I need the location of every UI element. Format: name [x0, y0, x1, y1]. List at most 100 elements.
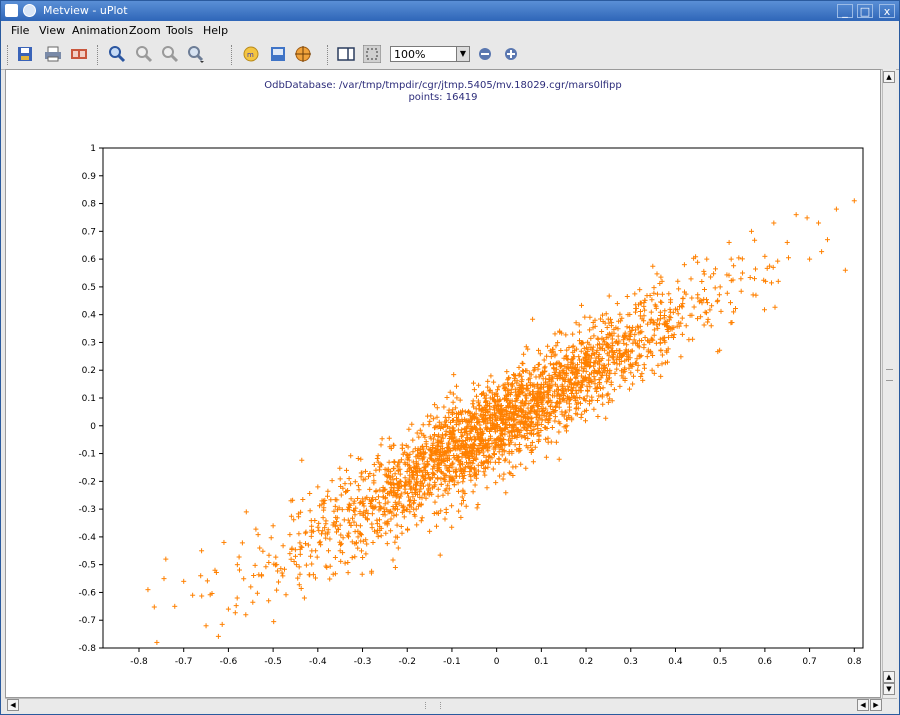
y-tick-label: -0.5: [78, 561, 96, 571]
data-point: [784, 239, 790, 245]
y-tick-label: 0.4: [82, 311, 97, 321]
toolbar-grip[interactable]: [7, 45, 11, 65]
data-point: [807, 256, 813, 262]
x-tick-label: -0.4: [309, 657, 327, 667]
zoom-out-icon[interactable]: [135, 45, 153, 63]
x-tick-label: 0.6: [758, 657, 773, 667]
x-tick-label: -0.8: [130, 657, 148, 667]
scroll-up-button[interactable]: ▲: [883, 671, 895, 683]
x-tick-label: 0.4: [668, 657, 683, 667]
window-menu-icon[interactable]: [23, 4, 36, 17]
zoom-decrease-icon[interactable]: [476, 45, 494, 63]
data-point: [771, 220, 777, 226]
zoom-increase-icon[interactable]: [502, 45, 520, 63]
x-tick-label: 0.8: [847, 657, 862, 667]
scroll-up-button[interactable]: ▲: [883, 71, 895, 83]
minimize-button[interactable]: _: [837, 4, 853, 18]
data-point: [637, 287, 643, 293]
horizontal-scrollbar[interactable]: ◀ ◀ ▶: [5, 698, 897, 712]
data-point: [172, 603, 178, 609]
x-tick-label: 0.5: [713, 657, 727, 667]
data-point: [824, 237, 830, 243]
data-point: [248, 584, 254, 590]
data-point: [145, 587, 151, 593]
data-point: [292, 553, 298, 559]
save-icon[interactable]: [16, 45, 34, 63]
x-tick-label: 0: [494, 657, 500, 667]
sidebar-icon[interactable]: [337, 45, 355, 63]
x-tick-label: -0.5: [264, 657, 282, 667]
scroll-left-button[interactable]: ◀: [7, 699, 19, 711]
y-tick-label: 0.9: [82, 172, 97, 182]
data-point: [614, 301, 620, 307]
zoom-menu-icon[interactable]: [187, 45, 205, 63]
window-title: Metview - uPlot: [43, 4, 128, 17]
data-point: [315, 484, 321, 490]
data-point: [762, 253, 768, 259]
x-tick-label: -0.6: [220, 657, 238, 667]
menu-help[interactable]: Help: [203, 24, 228, 37]
menu-zoom[interactable]: Zoom: [129, 24, 161, 37]
x-tick-label: 0.2: [579, 657, 593, 667]
menu-tools[interactable]: Tools: [166, 24, 193, 37]
export-icon[interactable]: [70, 45, 88, 63]
maximize-button[interactable]: □: [857, 4, 873, 18]
app-icon: [5, 4, 18, 17]
data-point: [270, 523, 276, 529]
app-window: Metview - uPlot _ □ x File View Animatio…: [0, 0, 900, 715]
toolbar-grip[interactable]: [97, 45, 101, 65]
y-tick-label: 0.6: [82, 255, 97, 265]
chevron-down-icon[interactable]: ▼: [456, 47, 469, 61]
zoom-reset-icon[interactable]: [161, 45, 179, 63]
scroll-right-button[interactable]: ▶: [870, 699, 882, 711]
x-tick-label: 0.7: [802, 657, 816, 667]
data-point: [199, 548, 205, 554]
data-point: [257, 545, 263, 551]
menu-view[interactable]: View: [39, 24, 65, 37]
svg-text:m: m: [247, 51, 254, 59]
data-point: [225, 606, 231, 612]
metview-icon[interactable]: m: [241, 45, 259, 63]
menu-file[interactable]: File: [11, 24, 29, 37]
scroll-left-button[interactable]: ◀: [857, 699, 869, 711]
scroll-down-button[interactable]: ▼: [883, 683, 895, 695]
scatter-plot: -0.8 -0.7 -0.6 -0.5 -0.4 -0.3 -0.2 -0.1 0 0.1 0.2 0…: [78, 144, 864, 667]
data-point: [833, 206, 839, 212]
data-point: [427, 528, 433, 534]
data-point: [717, 284, 723, 290]
data-point: [851, 198, 857, 204]
target-icon[interactable]: [294, 45, 312, 63]
point-cloud: [151, 215, 825, 639]
scroll-grip[interactable]: [886, 369, 893, 381]
zoom-level-select[interactable]: 100% ▼: [390, 46, 470, 62]
close-button[interactable]: x: [879, 4, 895, 18]
data-point: [346, 476, 352, 482]
zoom-in-icon[interactable]: [108, 45, 126, 63]
menu-animation[interactable]: Animation: [72, 24, 128, 37]
y-tick-label: -0.8: [78, 644, 96, 654]
toolbar-grip[interactable]: [231, 45, 235, 65]
data-point: [793, 212, 799, 218]
print-icon[interactable]: [44, 45, 62, 63]
x-tick-label: -0.1: [443, 657, 461, 667]
y-tick-label: -0.6: [78, 588, 96, 598]
data-point: [243, 509, 249, 515]
data-point: [775, 278, 781, 284]
y-tick-label: -0.3: [78, 505, 96, 515]
data-point: [816, 220, 822, 226]
data-point: [748, 228, 754, 234]
selection-icon[interactable]: [363, 45, 381, 63]
data-point: [203, 623, 209, 629]
y-tick-label: 0.1: [82, 394, 96, 404]
y-tick-label: 1: [90, 144, 96, 154]
y-tick-label: 0.2: [82, 366, 96, 376]
vertical-scrollbar[interactable]: ▲ ▲ ▼: [882, 69, 896, 698]
scroll-grip[interactable]: [425, 702, 441, 709]
toolbar-grip[interactable]: [327, 45, 331, 65]
layout-icon[interactable]: [269, 45, 287, 63]
data-point: [234, 562, 240, 568]
data-point: [570, 331, 576, 337]
y-tick-label: -0.7: [78, 616, 96, 626]
y-tick-label: -0.2: [78, 477, 96, 487]
data-point: [740, 270, 746, 276]
